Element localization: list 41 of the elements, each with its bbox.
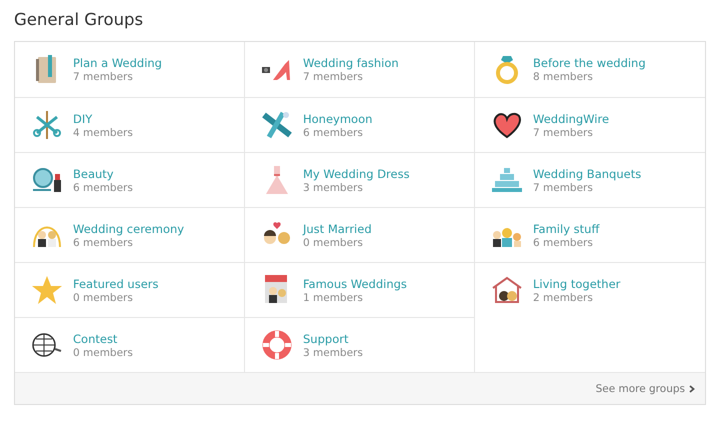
group-name-link[interactable]: Wedding ceremony xyxy=(73,222,184,236)
group-name-link[interactable]: My Wedding Dress xyxy=(303,166,410,180)
group-name-link[interactable]: Beauty xyxy=(73,166,133,180)
group-name-link[interactable]: Living together xyxy=(533,276,620,290)
member-count: 6 members xyxy=(533,236,594,248)
member-count: 6 members xyxy=(73,182,133,194)
group-name-link[interactable]: Famous Weddings xyxy=(303,276,407,290)
section-title: General Groups xyxy=(14,10,144,29)
member-count: 6 members xyxy=(73,236,134,248)
star-icon xyxy=(31,274,63,306)
group-name-link[interactable]: DIY xyxy=(73,112,133,126)
scissors-icon xyxy=(31,109,63,141)
chevron-right-icon xyxy=(689,384,695,392)
group-name-link[interactable]: Wedding Banquets xyxy=(533,166,642,180)
group-name-link[interactable]: Contest xyxy=(73,332,133,346)
member-count: 6 members xyxy=(303,126,364,138)
member-count: 7 members xyxy=(533,126,594,138)
group-name-link[interactable]: Before the wedding xyxy=(533,56,646,70)
member-count: 8 members xyxy=(533,71,594,83)
member-count: 0 members xyxy=(73,292,134,304)
house-icon xyxy=(491,274,523,306)
group-name-link[interactable]: Featured users xyxy=(73,276,158,290)
group-name-link[interactable]: Wedding fashion xyxy=(303,56,399,70)
member-count: 0 members xyxy=(73,346,133,358)
member-count: 7 members xyxy=(533,182,594,194)
group-name-link[interactable]: Support xyxy=(303,332,363,346)
member-count: 7 members xyxy=(73,71,134,83)
lifebuoy-icon xyxy=(261,329,293,361)
see-more-link[interactable]: See more groups xyxy=(596,382,695,394)
member-count: 3 members xyxy=(303,346,363,358)
group-name-link[interactable]: Just Married xyxy=(303,222,372,236)
member-count: 7 members xyxy=(303,71,364,83)
member-count: 1 members xyxy=(303,292,364,304)
group-name-link[interactable]: Plan a Wedding xyxy=(73,56,162,70)
member-count: 2 members xyxy=(533,292,594,304)
group-name-link[interactable]: Honeymoon xyxy=(303,112,372,126)
group-name-link[interactable]: WeddingWire xyxy=(533,112,610,126)
member-count: 3 members xyxy=(303,182,364,194)
member-count: 0 members xyxy=(303,236,364,248)
group-name-link[interactable]: Family stuff xyxy=(533,222,600,236)
member-count: 4 members xyxy=(73,126,133,138)
